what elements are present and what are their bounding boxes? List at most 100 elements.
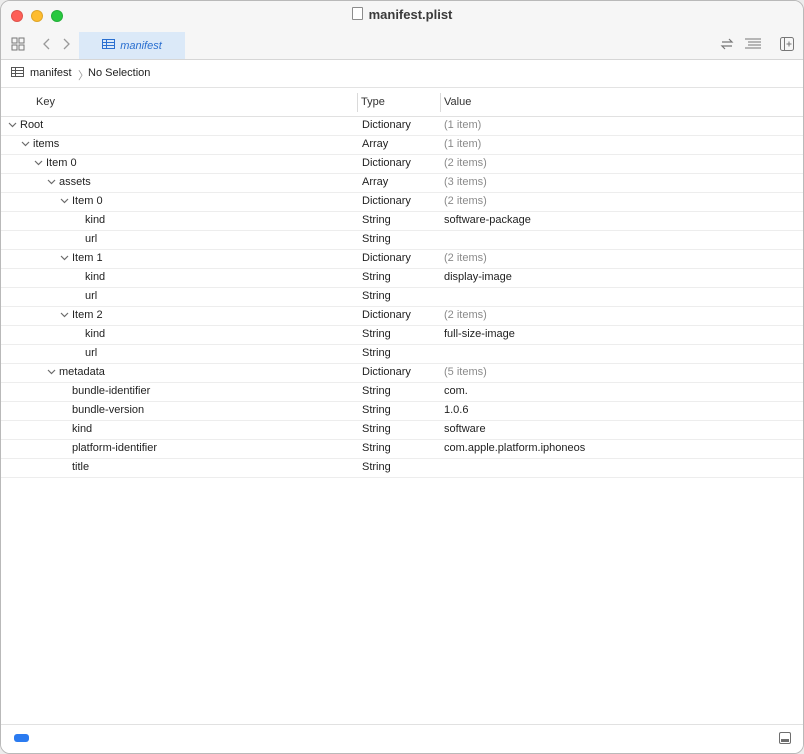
table-row[interactable]: Item 2 Dictionary (2 items) [1, 307, 803, 326]
forward-icon[interactable] [61, 37, 71, 55]
row-type[interactable]: Dictionary [362, 252, 411, 264]
table-row[interactable]: url String [1, 231, 803, 250]
toggle-panel-icon[interactable] [779, 732, 791, 744]
row-value[interactable]: 1.0.6 [444, 404, 468, 416]
row-key[interactable]: kind [72, 423, 92, 435]
tab-manifest[interactable]: manifest [79, 32, 185, 59]
row-value[interactable]: (3 items) [444, 176, 487, 188]
row-type[interactable]: Dictionary [362, 366, 411, 378]
table-row[interactable]: platform-identifier String com.apple.platf… [1, 440, 803, 459]
row-type[interactable]: String [362, 404, 391, 416]
row-key[interactable]: Item 0 [72, 195, 103, 207]
row-value[interactable]: full-size-image [444, 328, 515, 340]
table-row[interactable]: Item 1 Dictionary (2 items) [1, 250, 803, 269]
row-value[interactable]: (5 items) [444, 366, 487, 378]
row-value[interactable]: (2 items) [444, 252, 487, 264]
add-panel-icon[interactable] [780, 37, 794, 55]
row-key[interactable]: url [85, 290, 97, 302]
table-row[interactable]: metadata Dictionary (5 items) [1, 364, 803, 383]
table-row[interactable]: Item 0 Dictionary (2 items) [1, 155, 803, 174]
table-row[interactable]: url String [1, 288, 803, 307]
row-value[interactable]: com.apple.platform.iphoneos [444, 442, 585, 454]
row-value[interactable]: (2 items) [444, 157, 487, 169]
table-row[interactable]: bundle-version String 1.0.6 [1, 402, 803, 421]
row-key[interactable]: title [72, 461, 89, 473]
row-type[interactable]: String [362, 233, 391, 245]
row-type[interactable]: Array [362, 176, 388, 188]
property-list-table: Key Type Value Root Dictionary (1 item) ite… [1, 89, 803, 478]
row-type[interactable]: String [362, 442, 391, 454]
row-key[interactable]: Item 0 [46, 157, 77, 169]
row-key[interactable]: Root [20, 119, 43, 131]
disclosure-triangle-icon[interactable] [20, 139, 30, 150]
row-type[interactable]: String [362, 347, 391, 359]
grid-icon[interactable] [11, 37, 25, 55]
jumpbar-selection[interactable]: No Selection [88, 67, 150, 79]
row-type[interactable]: String [362, 461, 391, 473]
row-value[interactable]: software-package [444, 214, 531, 226]
column-divider[interactable] [357, 93, 358, 112]
row-type[interactable]: Array [362, 138, 388, 150]
row-value[interactable]: (2 items) [444, 195, 487, 207]
row-value[interactable]: (1 item) [444, 119, 481, 131]
table-row[interactable]: kind String display-image [1, 269, 803, 288]
table-row[interactable]: Item 0 Dictionary (2 items) [1, 193, 803, 212]
row-key[interactable]: items [33, 138, 59, 150]
row-key[interactable]: platform-identifier [72, 442, 157, 454]
row-key[interactable]: metadata [59, 366, 105, 378]
row-type[interactable]: Dictionary [362, 119, 411, 131]
table-row[interactable]: assets Array (3 items) [1, 174, 803, 193]
table-icon [102, 39, 116, 52]
disclosure-triangle-icon[interactable] [59, 310, 69, 321]
row-key[interactable]: kind [85, 271, 105, 283]
row-key[interactable]: kind [85, 328, 105, 340]
row-type[interactable]: String [362, 423, 391, 435]
table-row[interactable]: items Array (1 item) [1, 136, 803, 155]
row-key[interactable]: kind [85, 214, 105, 226]
table-row[interactable]: url String [1, 345, 803, 364]
row-value[interactable]: (1 item) [444, 138, 481, 150]
disclosure-triangle-icon[interactable] [7, 120, 17, 131]
row-key[interactable]: url [85, 233, 97, 245]
lines-icon[interactable] [744, 37, 762, 55]
row-key[interactable]: url [85, 347, 97, 359]
column-divider[interactable] [440, 93, 441, 112]
table-row[interactable]: bundle-identifier String com. [1, 383, 803, 402]
row-value[interactable]: (2 items) [444, 309, 487, 321]
row-key[interactable]: bundle-version [72, 404, 144, 416]
row-value[interactable]: com. [444, 385, 468, 397]
row-type[interactable]: Dictionary [362, 157, 411, 169]
row-value[interactable]: software [444, 423, 486, 435]
row-key[interactable]: assets [59, 176, 91, 188]
row-key[interactable]: Item 2 [72, 309, 103, 321]
row-type[interactable]: String [362, 214, 391, 226]
row-key[interactable]: Item 1 [72, 252, 103, 264]
back-icon[interactable] [42, 37, 52, 55]
row-key[interactable]: bundle-identifier [72, 385, 150, 397]
column-header-value[interactable]: Value [444, 96, 471, 108]
row-type[interactable]: String [362, 328, 391, 340]
jumpbar-file[interactable]: manifest [30, 67, 72, 79]
table-row[interactable]: Root Dictionary (1 item) [1, 117, 803, 136]
row-type[interactable]: Dictionary [362, 309, 411, 321]
row-type[interactable]: String [362, 290, 391, 302]
column-header-type[interactable]: Type [361, 96, 385, 108]
table-row[interactable]: kind String software [1, 421, 803, 440]
column-header-key[interactable]: Key [36, 96, 55, 108]
disclosure-triangle-icon[interactable] [59, 253, 69, 264]
disclosure-triangle-icon[interactable] [46, 177, 56, 188]
disclosure-triangle-icon[interactable] [59, 196, 69, 207]
row-type[interactable]: String [362, 385, 391, 397]
table-row[interactable]: kind String software-package [1, 212, 803, 231]
row-type[interactable]: String [362, 271, 391, 283]
disclosure-triangle-icon[interactable] [33, 158, 43, 169]
row-type[interactable]: Dictionary [362, 195, 411, 207]
status-indicator[interactable] [14, 734, 29, 742]
swap-icon[interactable] [720, 37, 734, 55]
row-value[interactable]: display-image [444, 271, 512, 283]
table-row[interactable]: title String [1, 459, 803, 478]
window-title-text: manifest.plist [368, 7, 453, 22]
disclosure-triangle-icon[interactable] [46, 367, 56, 378]
table-row[interactable]: kind String full-size-image [1, 326, 803, 345]
jump-bar: manifest 〉 No Selection [1, 60, 803, 88]
